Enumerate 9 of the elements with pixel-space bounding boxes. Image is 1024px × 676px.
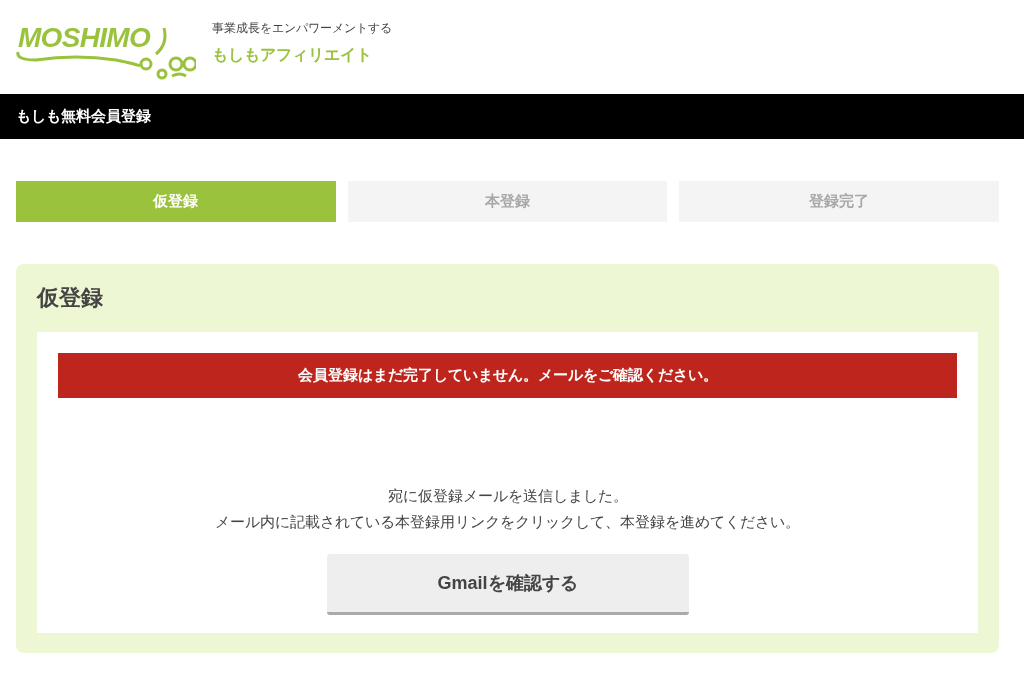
- message-text: 宛に仮登録メールを送信しました。: [387, 486, 628, 506]
- logo-wordmark: MOSHIMO: [18, 24, 150, 52]
- tagline: 事業成長をエンパワーメントする: [212, 20, 392, 37]
- title-bar: もしも無料会員登録: [0, 94, 1024, 139]
- panel-title: 仮登録: [37, 284, 104, 312]
- gmail-button[interactable]: Gmailを確認する: [326, 554, 689, 615]
- site-name: もしもアフィリエイト: [212, 45, 373, 65]
- alert-banner: 会員登録はまだ完了していません。メールをご確認ください。: [58, 353, 957, 398]
- message-text: メール内に記載されている本登録用リンクをクリックして、本登録を進めてください。: [215, 512, 800, 532]
